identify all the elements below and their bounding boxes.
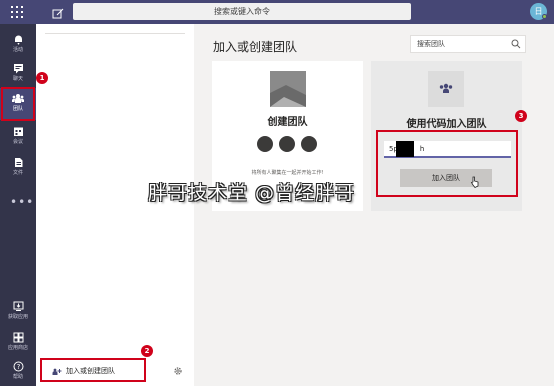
more-apps-icon[interactable]: •••: [10, 195, 34, 209]
search-teams-placeholder: 搜索团队: [417, 40, 445, 48]
create-team-description: 将所有人聚集在一起并开始工作!: [251, 170, 324, 176]
svg-text:?: ?: [16, 363, 20, 371]
create-team-illustration: [270, 71, 306, 107]
app-launcher-icon[interactable]: [11, 6, 23, 18]
calendar-icon: [13, 127, 23, 136]
join-team-title: 使用代码加入团队: [406, 119, 487, 130]
help-icon: ?: [13, 361, 23, 372]
command-search-input[interactable]: 搜索或键入命令: [73, 3, 411, 20]
annotation-box-teams: [1, 87, 35, 121]
member-avatars: [256, 135, 320, 153]
rail-item-label: 获取应用: [7, 314, 28, 320]
presence-status-icon: [542, 14, 547, 19]
page-title: 加入或创建团队: [213, 40, 298, 54]
rail-item-activity[interactable]: 活动: [0, 29, 36, 61]
join-team-icon: [428, 71, 464, 107]
annotation-badge-2: 2: [141, 345, 153, 357]
bell-icon: [14, 35, 22, 45]
file-icon: [14, 158, 22, 167]
teams-panel: [36, 24, 194, 386]
gear-icon[interactable]: [173, 366, 183, 376]
rail-item-store[interactable]: 应用商店: [0, 327, 36, 359]
rail-item-help[interactable]: ? 帮助: [0, 356, 36, 386]
chat-icon: [13, 64, 23, 74]
rail-item-get-apps[interactable]: 获取应用: [0, 296, 36, 328]
app-rail: 活动 聊天 团队 会议 文件 ••• 获取应用 应用商店 ? 帮助: [0, 24, 36, 386]
download-icon: [13, 301, 23, 311]
rail-item-label: 文件: [12, 170, 23, 176]
panel-divider: [45, 33, 185, 34]
rail-item-label: 会议: [12, 139, 23, 145]
rail-item-meetings[interactable]: 会议: [0, 121, 36, 153]
search-icon: [511, 39, 521, 49]
compose-icon[interactable]: [52, 5, 64, 19]
rail-item-files[interactable]: 文件: [0, 152, 36, 184]
annotation-badge-1: 1: [36, 72, 48, 84]
search-teams-input[interactable]: 搜索团队: [410, 35, 526, 53]
rail-item-label: 帮助: [12, 374, 23, 380]
watermark: 胖哥技术堂 @曾经胖哥: [148, 182, 356, 204]
rail-item-label: 活动: [12, 47, 23, 53]
top-bar: 搜索或键入命令 日: [0, 0, 554, 24]
store-icon: [13, 332, 23, 343]
create-team-title: 创建团队: [267, 117, 308, 128]
rail-item-label: 应用商店: [7, 345, 28, 351]
annotation-badge-3: 3: [515, 110, 527, 122]
annotation-box-join-link: [40, 358, 146, 382]
rail-item-chat[interactable]: 聊天: [0, 58, 36, 90]
annotation-box-join-code: [376, 130, 518, 197]
rail-item-label: 聊天: [12, 76, 23, 82]
